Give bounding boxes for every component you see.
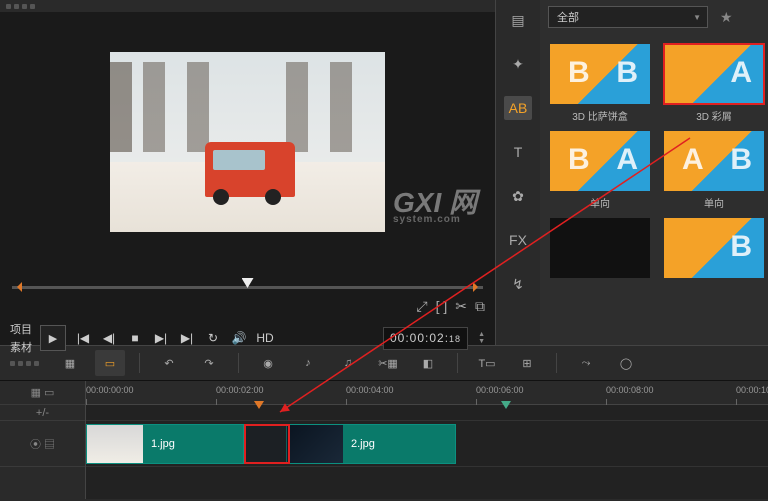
effect-item[interactable]: BB3D 比萨饼盒 (550, 44, 650, 123)
effect-item[interactable] (550, 218, 650, 282)
loop-button[interactable]: ◯ (611, 350, 641, 376)
fullscreen-icon[interactable]: ⤢ (416, 298, 427, 315)
effect-label: 3D 彩屑 (696, 108, 732, 123)
tab-project[interactable]: 项目 (10, 321, 32, 337)
ruler-tick: 00:00:00:00 (86, 385, 134, 395)
play-button[interactable]: ▶ (40, 325, 66, 351)
clip-label: 1.jpg (143, 438, 183, 450)
go-start-button[interactable]: |◀ (74, 331, 92, 345)
effect-item[interactable]: BA单向 (550, 131, 650, 210)
prev-frame-button[interactable]: ◀| (100, 331, 118, 345)
ruler-tick: 00:00:04:00 (346, 385, 394, 395)
preview-canvas: GXI 网 system.com (0, 12, 495, 272)
motion-button[interactable]: ⤳ (571, 350, 601, 376)
category-dropdown[interactable]: 全部 (548, 6, 708, 28)
loop-button[interactable]: ↻ (204, 331, 222, 345)
track-head-video[interactable]: ⦿ ▤ (0, 421, 85, 467)
tab-material[interactable]: 素材 (10, 339, 32, 355)
cut-icon[interactable]: ✂ (455, 298, 467, 315)
timeline: ▦ ▭ +/- ⦿ ▤ 00:00:00:0000:00:02:0000:00:… (0, 381, 768, 499)
sidebar-graphic-button[interactable]: ✿ (504, 184, 532, 208)
snapshot-icon[interactable]: ⧉ (475, 298, 485, 315)
next-frame-button[interactable]: ▶| (152, 331, 170, 345)
transition-slot[interactable] (244, 424, 290, 464)
effect-label: 单向 (590, 195, 610, 210)
effect-label: 单向 (704, 195, 724, 210)
sidebar-media-button[interactable]: ▤ (504, 8, 532, 32)
ruler-tick: 00:00:08:00 (606, 385, 654, 395)
time-ruler[interactable]: 00:00:00:00 00:00:02:00 00:00:04:00 00:00:0… (86, 381, 768, 405)
clip-label: 2.jpg (343, 438, 383, 450)
track-head-marker[interactable]: +/- (0, 405, 85, 421)
timecode[interactable]: 00:00:02:18 (383, 327, 468, 350)
ruler-tick: 00:00:10:00 (736, 385, 768, 395)
watermark: GXI 网 system.com (393, 190, 477, 224)
effects-grid: BB3D 比萨饼盒A3D 彩屑BA单向AB单向 B (540, 34, 768, 345)
library-sidebar: ▤ ✦ AB T ✿ FX ↯ (496, 0, 540, 345)
timecode-up[interactable]: ▲ (478, 331, 485, 338)
timecode-down[interactable]: ▼ (478, 338, 485, 345)
video-track[interactable]: 1.jpg 2.jpg (86, 421, 768, 467)
ruler-tick: 00:00:02:00 (216, 385, 264, 395)
track-head-ruler[interactable]: ▦ ▭ (0, 381, 85, 405)
clip[interactable]: 1.jpg (86, 424, 244, 464)
ruler-tick: 00:00:06:00 (476, 385, 524, 395)
stop-button[interactable]: ■ (126, 331, 144, 345)
volume-button[interactable]: 🔊 (230, 331, 248, 345)
sidebar-title-button[interactable]: AB (504, 96, 532, 120)
crop-icon[interactable]: [ ] (436, 298, 448, 315)
preview-image (110, 52, 385, 232)
effect-item[interactable]: AB单向 (664, 131, 764, 210)
scrubber[interactable] (12, 272, 483, 294)
chapter-button[interactable]: ⊞ (512, 350, 542, 376)
go-end-button[interactable]: ▶| (178, 331, 196, 345)
favorite-icon[interactable]: ★ (720, 9, 733, 26)
marker-track[interactable] (86, 405, 768, 421)
preview-panel: GXI 网 system.com ⤢ [ ] ✂ ⧉ 项目 素材 ▶ |◀ (0, 0, 496, 345)
effect-item[interactable]: B (664, 218, 764, 282)
effect-label: 3D 比萨饼盒 (572, 108, 628, 123)
library-panel: ▤ ✦ AB T ✿ FX ↯ 全部 ★ BB3D 比萨饼盒A3D 彩屑BA单向AB单向 B (496, 0, 768, 345)
sidebar-text-button[interactable]: T (504, 140, 532, 164)
sidebar-fx-button[interactable]: FX (504, 228, 532, 252)
sidebar-transition-button[interactable]: ✦ (504, 52, 532, 76)
effect-item[interactable]: A3D 彩屑 (664, 44, 764, 123)
hd-label: HD (256, 331, 274, 345)
sidebar-path-button[interactable]: ↯ (504, 272, 532, 296)
clip[interactable]: 2.jpg (286, 424, 456, 464)
